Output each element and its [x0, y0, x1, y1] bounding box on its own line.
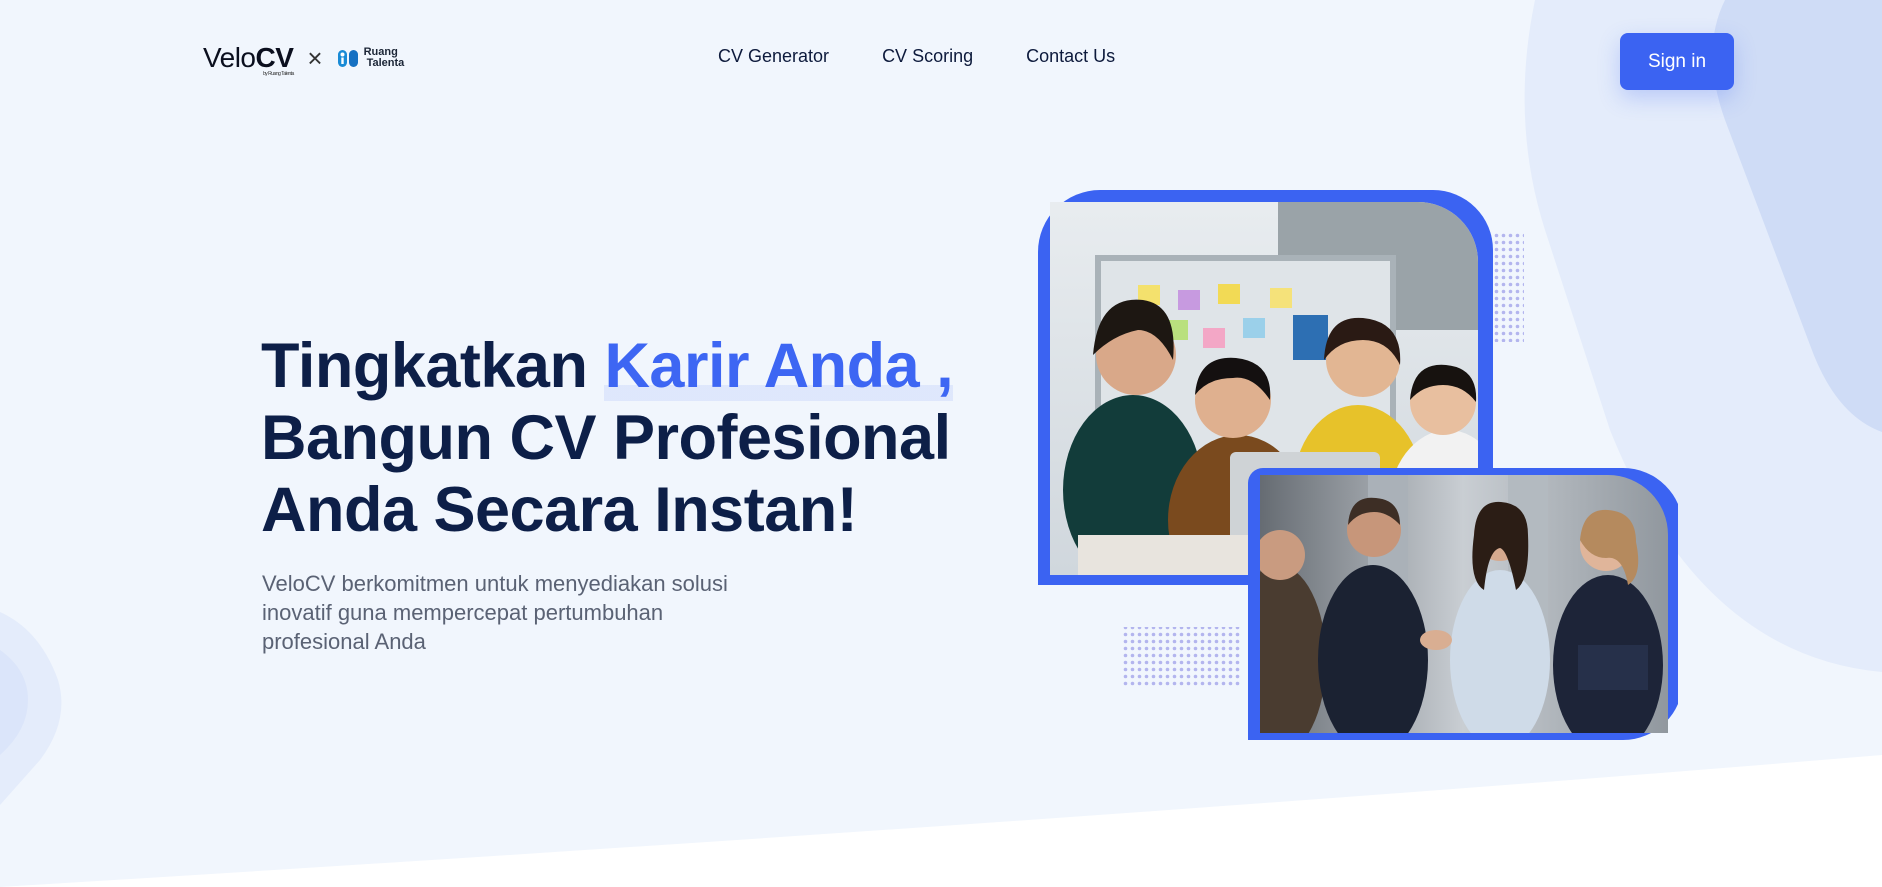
- headline-accent: Karir Anda ,: [604, 331, 954, 401]
- brand-logo[interactable]: VeloCV by Ruang Talenta × Ruang Talenta: [203, 42, 405, 77]
- ruang-talenta-logo-icon: [337, 50, 358, 67]
- times-icon: ×: [307, 43, 323, 73]
- headline-line3: Anda Secara Instan!: [261, 475, 858, 545]
- hero-photo-collage: [1038, 190, 1678, 740]
- hero-description: VeloCV berkomitmen untuk menyediakan sol…: [262, 571, 728, 654]
- logo-text-light: Velo: [203, 42, 256, 73]
- logo-subtext: by Ruang Talenta: [263, 71, 294, 77]
- nav-contact-us[interactable]: Contact Us: [1026, 46, 1115, 67]
- nav-cv-generator[interactable]: CV Generator: [718, 46, 829, 67]
- sign-in-button[interactable]: Sign in: [1620, 33, 1734, 90]
- headline-line2: Bangun CV Profesional: [261, 403, 951, 473]
- dot-pattern-bottom: [1122, 627, 1240, 687]
- hero-headline: Tingkatkan Karir Anda , Bangun CV Profes…: [261, 330, 954, 546]
- main-nav: CV Generator CV Scoring Contact Us: [718, 46, 1115, 67]
- logo-text-bold: CV: [255, 42, 294, 73]
- partner-logo: Ruang Talenta: [337, 47, 405, 69]
- top-navigation: VeloCV by Ruang Talenta × Ruang Talenta …: [0, 0, 1882, 120]
- velocv-logo: VeloCV by Ruang Talenta: [203, 42, 294, 77]
- nav-cv-scoring[interactable]: CV Scoring: [882, 46, 973, 67]
- headline-part1: Tingkatkan: [261, 331, 605, 401]
- partner-name-line2: Talenta: [366, 57, 405, 69]
- business-handshake-photo: [1248, 468, 1678, 740]
